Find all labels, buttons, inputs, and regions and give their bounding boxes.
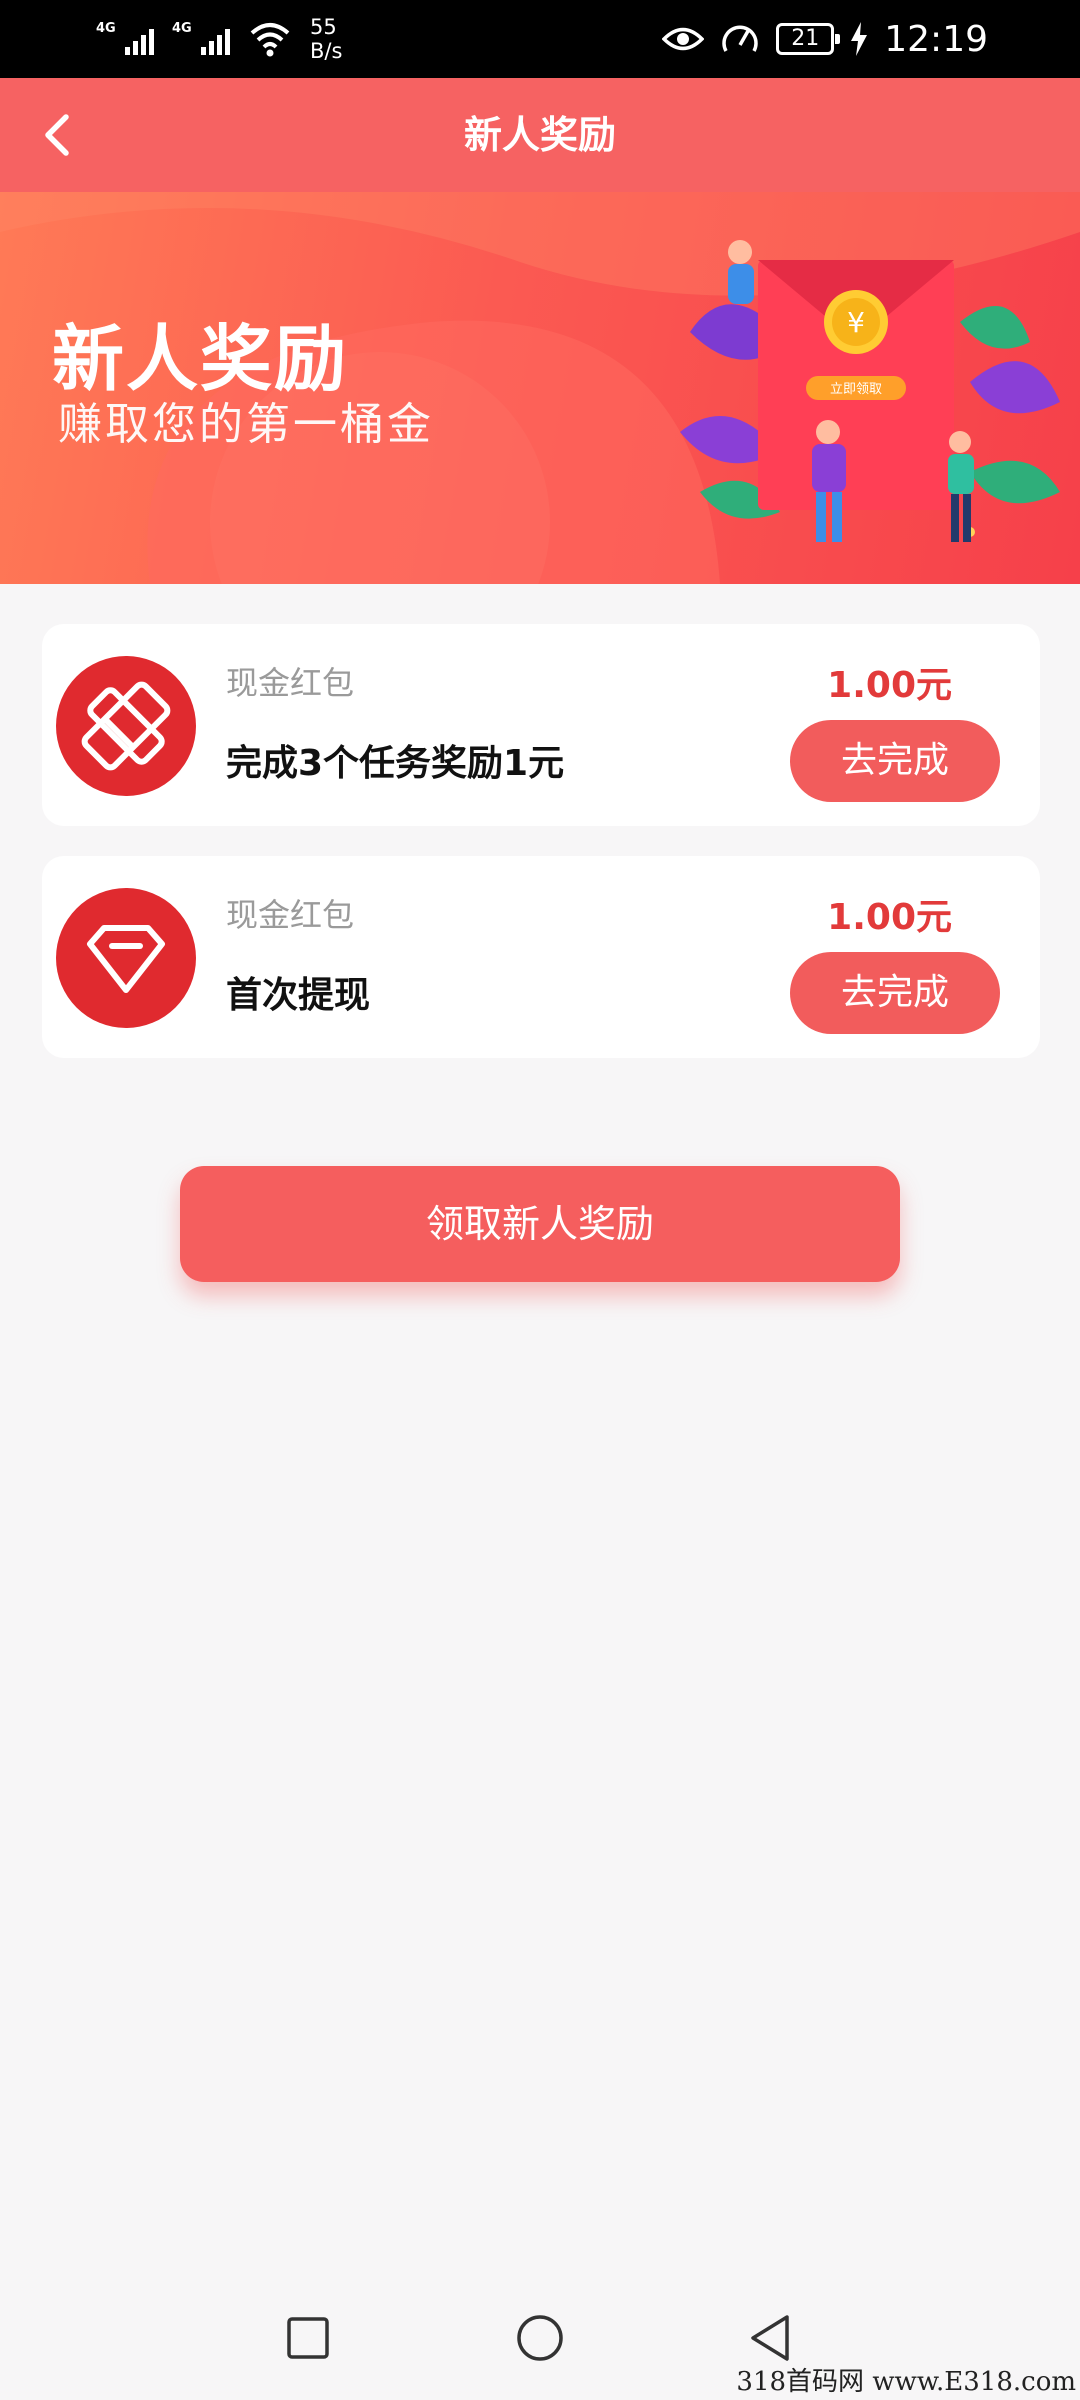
reward-amount: 1.00元 [827, 665, 952, 706]
speed-value: 55 [310, 15, 337, 39]
screen: 4G 4G 55 B/s 21 12:19 新人奖励 新人奖励 赚取您的第一桶金… [0, 0, 1080, 2400]
home-button[interactable] [510, 2308, 570, 2368]
watermark: 318首码网 www.E318.com [736, 2367, 1076, 2397]
diamond-icon [56, 888, 196, 1028]
claim-reward-button[interactable]: 领取新人奖励 [180, 1166, 900, 1282]
speed-unit: B/s [310, 39, 343, 63]
network-speed: 55 B/s [310, 15, 342, 63]
reward-card: 现金红包 完成3个任务奖励1元 1.00元 去完成 [42, 624, 1040, 826]
status-left: 4G 4G 55 B/s [96, 8, 342, 70]
network-type: 4G [172, 21, 192, 36]
back-icon [751, 2315, 789, 2361]
complete-task-button[interactable]: 去完成 [790, 952, 1000, 1034]
envelope-claim-text: 立即领取 [830, 382, 882, 397]
reward-title: 完成3个任务奖励1元 [226, 743, 565, 784]
reward-title: 首次提现 [226, 975, 371, 1016]
signal-icon: 4G [172, 19, 230, 59]
promo-banner[interactable]: 新人奖励 赚取您的第一桶金 ¥ 立即领取 [0, 192, 1080, 584]
network-type: 4G [96, 21, 116, 36]
status-right: 21 12:19 [662, 8, 988, 70]
banner-subtitle: 赚取您的第一桶金 [58, 399, 434, 450]
recent-apps-icon [287, 2317, 329, 2359]
reward-amount: 1.00元 [827, 897, 952, 938]
charging-icon [851, 22, 868, 56]
back-button[interactable] [22, 100, 92, 170]
wifi-icon [250, 23, 290, 57]
page-title: 新人奖励 [463, 113, 616, 157]
chevron-left-icon [45, 114, 69, 156]
nav-back-button[interactable] [740, 2308, 800, 2368]
app-header: 新人奖励 [0, 78, 1080, 192]
coin-symbol: ¥ [847, 306, 865, 339]
reward-type-label: 现金红包 [226, 896, 355, 934]
battery-level: 21 [791, 26, 820, 51]
speed-gauge-icon [722, 25, 758, 52]
coupon-ticket-icon [56, 656, 196, 796]
clock: 12:19 [884, 18, 988, 60]
battery-icon: 21 [776, 23, 841, 55]
eye-icon [662, 27, 705, 51]
recent-apps-button[interactable] [278, 2308, 338, 2368]
system-nav-bar: 318首码网 www.E318.com [0, 2270, 1080, 2400]
signal-icon: 4G [96, 19, 154, 59]
reward-type-label: 现金红包 [226, 664, 355, 702]
reward-card: 现金红包 首次提现 1.00元 去完成 [42, 856, 1040, 1058]
status-bar: 4G 4G 55 B/s 21 12:19 [0, 0, 1080, 78]
complete-task-button[interactable]: 去完成 [790, 720, 1000, 802]
red-envelope-illustration: ¥ 立即领取 [680, 240, 1060, 542]
home-icon [517, 2315, 563, 2361]
